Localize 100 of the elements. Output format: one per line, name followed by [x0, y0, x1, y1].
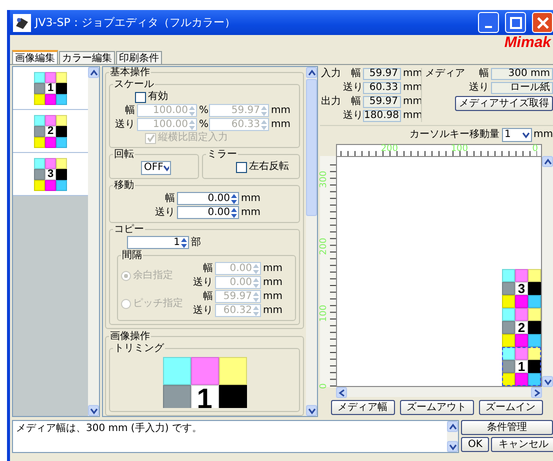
radio-label: ピッチ指定 [133, 298, 183, 310]
scroll-down-button[interactable] [542, 376, 553, 387]
chevron-left-icon [338, 388, 346, 396]
tile-number: 3 [515, 282, 528, 295]
tab[interactable]: 画像編集 [12, 50, 58, 64]
rotation-dropdown[interactable]: OFF [141, 161, 171, 175]
readout-field: 59.97 [363, 68, 401, 80]
group-label: 出力 [321, 96, 341, 108]
spin-field[interactable]: 0.00 [177, 206, 239, 219]
step-dropdown[interactable]: 1 [502, 128, 532, 142]
chevron-down-icon [308, 406, 316, 414]
checkbox-label: 有効 [148, 91, 168, 103]
color-swatch [502, 321, 515, 334]
color-swatch [528, 360, 541, 373]
group-title: ミラー [206, 149, 238, 160]
color-swatch [528, 321, 541, 334]
spinner-arrows-icon [231, 208, 237, 218]
zoom-button[interactable]: ズームイン [478, 400, 542, 415]
ok-button[interactable]: OK [461, 437, 490, 452]
group-title: 移動 [113, 180, 135, 191]
horizontal-scrollbar[interactable] [336, 387, 542, 397]
tab[interactable]: カラー編集 [59, 51, 115, 64]
color-swatch [528, 282, 541, 295]
brand-logo: Mimak [504, 35, 552, 50]
field-label: カーソルキー移動量 [410, 129, 500, 141]
color-swatch [56, 158, 67, 168]
spinner-arrows-icon [253, 292, 259, 302]
color-swatch [515, 373, 528, 386]
media-size-button[interactable]: メディアサイズ取得 [455, 96, 553, 111]
scroll-down-button[interactable] [447, 441, 458, 452]
unit-label: % [199, 118, 207, 130]
ruler-label: 200 [380, 145, 398, 154]
field-label: 送り [343, 110, 361, 122]
condition-manage-button[interactable]: 条件管理 [461, 420, 553, 435]
checkbox-label: 縦横比固定入力 [158, 132, 228, 144]
group-label: 入力 [321, 68, 341, 80]
group-title: 基本操作 [109, 67, 151, 78]
vertical-scrollbar[interactable] [88, 67, 99, 416]
spinner-arrows-icon [181, 238, 187, 248]
scrollbar-thumb[interactable] [306, 79, 317, 216]
zoom-button[interactable]: メディア幅 [330, 400, 394, 415]
checkbox[interactable] [236, 162, 247, 172]
field-label: 送り [343, 82, 361, 94]
field-label: 幅 [478, 68, 489, 80]
minimize-button[interactable] [478, 12, 499, 33]
cancel-button[interactable]: キャンセル [491, 437, 553, 452]
scroll-up-button[interactable] [542, 156, 553, 167]
tile-number: 3 [45, 168, 56, 180]
scroll-up-button[interactable] [447, 421, 458, 432]
thumbnail-item[interactable]: 3 [13, 153, 88, 196]
group-title: 間隔 [121, 250, 143, 261]
color-swatch [502, 282, 515, 295]
chevron-down-icon [544, 378, 552, 386]
chevron-right-icon [532, 388, 540, 396]
color-swatch [34, 126, 45, 136]
color-swatch [502, 269, 515, 282]
spin-field[interactable]: 1 [127, 236, 189, 249]
color-swatch [162, 357, 190, 385]
color-swatch [190, 357, 218, 385]
thumbnail-item[interactable]: 1 [13, 67, 88, 110]
color-swatch [528, 269, 541, 282]
field-label: 送り [468, 82, 489, 94]
zoom-button[interactable]: ズームアウト [400, 400, 474, 415]
close-button[interactable] [532, 12, 553, 33]
spin-field[interactable]: 0.00 [177, 192, 239, 205]
group-title: コピー [113, 224, 145, 235]
color-swatch [515, 334, 528, 347]
chevron-up-icon [308, 68, 316, 76]
color-swatch [515, 347, 528, 360]
vertical-scrollbar[interactable] [542, 156, 553, 387]
color-swatch [218, 357, 246, 385]
vertical-scrollbar[interactable] [306, 67, 317, 416]
scroll-left-button[interactable] [336, 387, 347, 398]
spinner-arrows-icon [189, 106, 195, 116]
ruler-label: 200 [320, 238, 329, 255]
radio-button[interactable] [121, 298, 131, 308]
field-label: 幅 [124, 104, 135, 116]
radio-button[interactable] [121, 270, 131, 280]
close-icon [536, 16, 548, 28]
color-swatch [34, 94, 45, 104]
field-label: 幅 [202, 290, 213, 302]
color-swatch [56, 94, 67, 104]
maximize-button[interactable] [505, 12, 526, 33]
scroll-up-button[interactable] [306, 67, 317, 78]
app-icon [13, 14, 31, 32]
scroll-up-button[interactable] [88, 67, 99, 78]
vertical-scrollbar[interactable] [447, 421, 458, 452]
color-swatch [502, 295, 515, 308]
color-swatch [502, 308, 515, 321]
unit-label: mm [271, 118, 289, 130]
tab[interactable]: 印刷条件 [116, 51, 162, 64]
scroll-down-button[interactable] [306, 405, 317, 416]
thumbnail-item[interactable]: 2 [13, 110, 88, 153]
radio-label: 余白指定 [133, 270, 173, 282]
color-swatch [45, 158, 56, 168]
scroll-right-button[interactable] [531, 387, 542, 398]
checkbox[interactable] [135, 92, 146, 102]
window-title: JV3-SP：ジョブエディタ（フルカラー） [35, 16, 236, 28]
scroll-down-button[interactable] [88, 405, 99, 416]
radio-dot-icon [124, 274, 128, 278]
